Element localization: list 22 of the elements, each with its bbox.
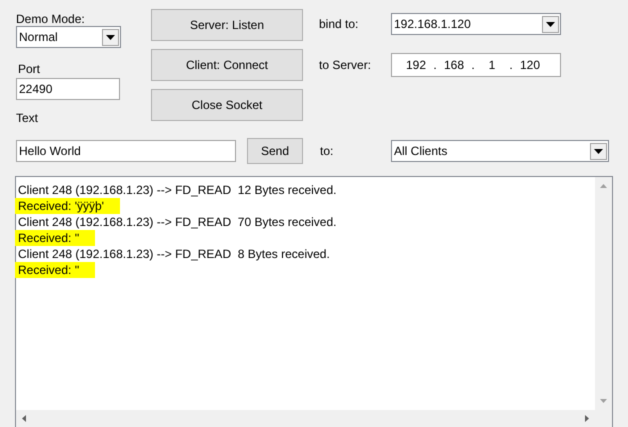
bind-to-label: bind to: [319, 17, 360, 31]
text-label: Text [16, 111, 38, 125]
to-label: to: [320, 144, 334, 158]
bind-to-dropdown[interactable]: 192.168.1.120 [391, 13, 561, 35]
text-field[interactable]: Hello World [16, 140, 236, 162]
action-button[interactable]: Server: Listen [151, 9, 303, 41]
log-line: Client 248 (192.168.1.23) --> FD_READ 70 Bytes received. [18, 214, 336, 230]
scroll-left-icon[interactable] [22, 415, 26, 422]
ip-address-field[interactable]: 192 . 168 . 1 . 120 [391, 53, 561, 77]
port-label: Port [18, 62, 40, 76]
port-field[interactable]: 22490 [16, 78, 120, 100]
action-button[interactable]: Client: Connect [151, 49, 303, 81]
recipient-dropdown[interactable]: All Clients [391, 140, 609, 162]
log-line: Client 248 (192.168.1.23) --> FD_READ 8 Bytes received. [18, 246, 330, 262]
send-button[interactable]: Send [247, 138, 303, 164]
demo-mode-label: Demo Mode: [16, 12, 85, 26]
scroll-right-icon[interactable] [585, 415, 589, 422]
horizontal-scrollbar[interactable] [16, 410, 612, 427]
action-button[interactable]: Close Socket [151, 89, 303, 121]
log-line: Client 248 (192.168.1.23) --> FD_READ 12 Bytes received. [18, 182, 336, 198]
demo-mode-dropdown[interactable]: Normal [16, 26, 121, 48]
to-server-label: to Server: [319, 58, 372, 72]
